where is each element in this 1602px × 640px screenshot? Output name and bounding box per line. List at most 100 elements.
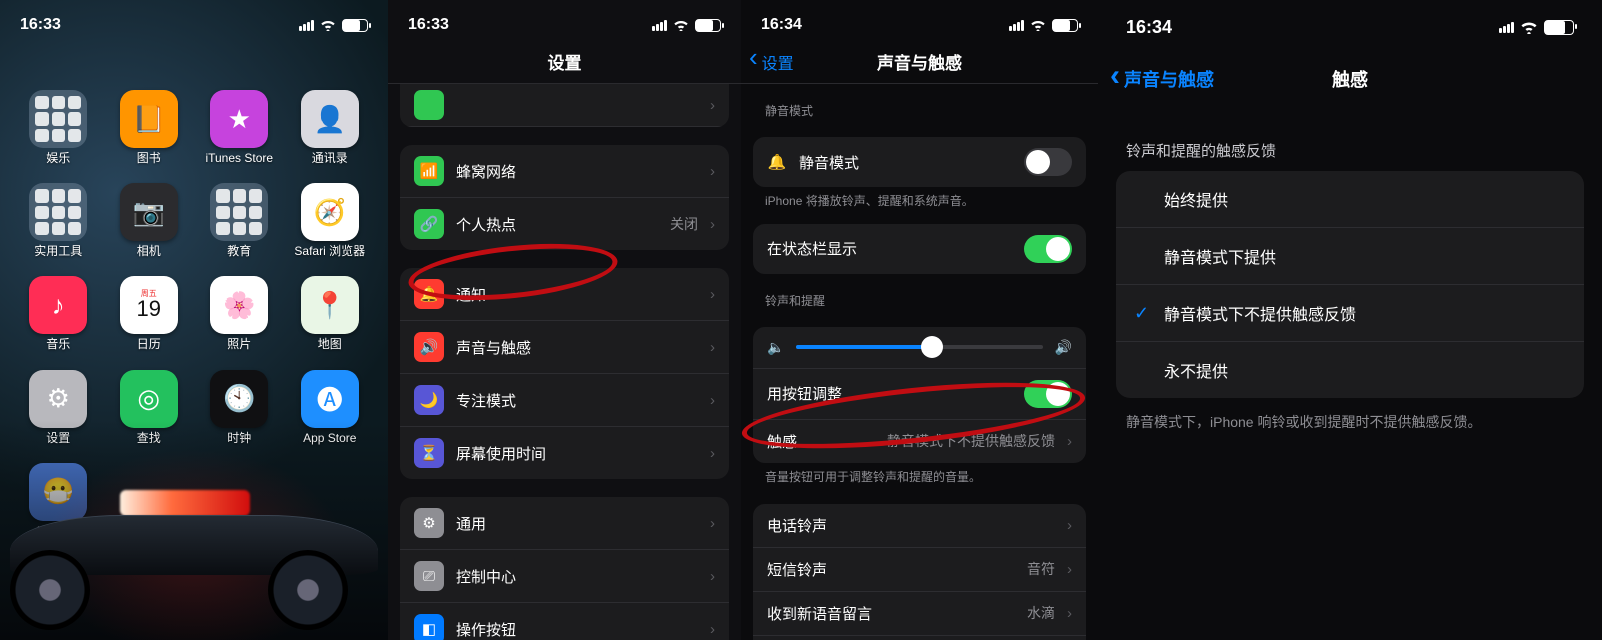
haptics-option[interactable]: ✓静音模式下不提供触感反馈 [1116, 285, 1584, 342]
settings-row-控制中心[interactable]: ⎚控制中心› [400, 550, 729, 603]
settings-row-专注模式[interactable]: 🌙专注模式› [400, 374, 729, 427]
settings-row-cut[interactable]: › [400, 84, 729, 127]
app-娱乐[interactable]: 娱乐 [18, 90, 99, 165]
cell-bars-icon [1499, 22, 1514, 33]
clock: 16:33 [20, 16, 61, 34]
haptics-options-panel: 16:34 声音与触感 触感 铃声和提醒的触感反馈 始终提供静音模式下提供✓静音… [1098, 0, 1602, 640]
app-label: 教育 [227, 245, 251, 258]
back-button[interactable]: 声音与触感 [1110, 66, 1214, 92]
app-label: 图书 [137, 152, 161, 165]
row-icon: ◧ [414, 614, 444, 640]
app-教育[interactable]: 教育 [199, 183, 280, 258]
battery-icon [1052, 19, 1078, 32]
row-label: 蜂窝网络 [456, 161, 698, 182]
silent-mode-row[interactable]: 🔔 静音模式 [753, 137, 1086, 187]
chevron-left-icon [749, 53, 758, 71]
folder-icon [29, 183, 87, 241]
haptics-option[interactable]: 永不提供 [1116, 342, 1584, 398]
section-header-silent: 静音模式 [765, 102, 1074, 119]
app-label: 相机 [137, 245, 161, 258]
sound-row-收到新语音留言[interactable]: 收到新语音留言水滴› [753, 592, 1086, 636]
app-相机[interactable]: 📷相机 [109, 183, 190, 258]
silent-mode-group: 🔔 静音模式 [753, 137, 1086, 187]
app-label: 通讯录 [312, 152, 348, 165]
silent-mode-toggle[interactable] [1024, 148, 1072, 176]
volume-slider[interactable] [796, 345, 1042, 349]
settings-row-通用[interactable]: ⚙通用› [400, 497, 729, 550]
wifi-icon [320, 19, 336, 31]
app-通讯录[interactable]: 👤通讯录 [290, 90, 371, 165]
app-照片[interactable]: 🌸照片 [199, 276, 280, 351]
row-label: 控制中心 [456, 566, 698, 587]
row-icon: 🌙 [414, 385, 444, 415]
section-header: 铃声和提醒的触感反馈 [1126, 140, 1574, 161]
option-label: 始终提供 [1164, 187, 1228, 211]
chevron-right-icon: › [1067, 433, 1072, 450]
show-in-status-bar-row[interactable]: 在状态栏显示 [753, 224, 1086, 274]
row-icon: 🔊 [414, 332, 444, 362]
wifi-icon [673, 19, 689, 31]
ringer-group: 🔈 🔊 用按钮调整 触感 静音模式下不提供触感反馈 › [753, 327, 1086, 463]
battery-icon [342, 19, 368, 32]
page-title: 触感 [1332, 66, 1368, 92]
chevron-right-icon: › [710, 163, 715, 180]
volume-footer: 音量按钮可用于调整铃声和提醒的音量。 [765, 469, 1074, 486]
sound-row-短信铃声[interactable]: 短信铃声音符› [753, 548, 1086, 592]
row-label: 个人热点 [456, 214, 658, 235]
page-title: 声音与触感 [877, 49, 962, 74]
buttons-adjust-toggle[interactable] [1024, 380, 1072, 408]
row-icon: ⏳ [414, 438, 444, 468]
row-label: 电话铃声 [767, 515, 1055, 536]
chevron-right-icon: › [710, 286, 715, 303]
haptics-row[interactable]: 触感 静音模式下不提供触感反馈 › [753, 420, 1086, 463]
app-Safari 浏览器[interactable]: 🧭Safari 浏览器 [290, 183, 371, 258]
sound-row-收到新邮件[interactable]: 收到新邮件无› [753, 636, 1086, 640]
app-label: 实用工具 [34, 245, 82, 258]
change-with-buttons-row[interactable]: 用按钮调整 [753, 369, 1086, 420]
status-bar-toggle[interactable] [1024, 235, 1072, 263]
chevron-right-icon: › [1067, 605, 1072, 622]
app-icon: 🕙 [210, 370, 268, 428]
haptics-option[interactable]: 静音模式下提供 [1116, 228, 1584, 285]
row-icon: 🔗 [414, 209, 444, 239]
section-header-ringer: 铃声和提醒 [765, 292, 1074, 309]
haptics-option[interactable]: 始终提供 [1116, 171, 1584, 228]
app-icon: ⚙ [29, 370, 87, 428]
settings-row-蜂窝网络[interactable]: 📶蜂窝网络› [400, 145, 729, 198]
chevron-right-icon: › [710, 392, 715, 409]
settings-row-个人热点[interactable]: 🔗 个人热点关闭 › [400, 198, 729, 250]
row-value: 关闭 [670, 214, 698, 234]
app-label: 日历 [137, 338, 161, 351]
bell-icon: 🔔 [767, 153, 787, 171]
settings-row-通知[interactable]: 🔔通知› [400, 268, 729, 321]
app-图书[interactable]: 📙图书 [109, 90, 190, 165]
silent-footer: iPhone 将播放铃声、提醒和系统声音。 [765, 193, 1074, 210]
row-value: 音符 [1027, 559, 1055, 579]
app-label: Safari 浏览器 [294, 245, 365, 258]
chevron-right-icon: › [710, 216, 715, 233]
chevron-right-icon: › [710, 568, 715, 585]
volume-slider-row[interactable]: 🔈 🔊 [753, 327, 1086, 369]
folder-icon [210, 183, 268, 241]
home-screen-panel: 16:33 娱乐📙图书★iTunes Store👤通讯录实用工具 📷相机教育 🧭Sa… [0, 0, 388, 640]
back-button[interactable]: 设置 [749, 40, 794, 83]
battery-icon [695, 19, 721, 32]
settings-row-声音与触感[interactable]: 🔊声音与触感› [400, 321, 729, 374]
app-iTunes Store[interactable]: ★iTunes Store [199, 90, 280, 165]
row-label: 声音与触感 [456, 337, 698, 358]
settings-row-屏幕使用时间[interactable]: ⏳屏幕使用时间› [400, 427, 729, 479]
app-地图[interactable]: 📍地图 [290, 276, 371, 351]
app-icon: ♪ [29, 276, 87, 334]
sound-row-电话铃声[interactable]: 电话铃声 › [753, 504, 1086, 548]
status-bar: 16:33 [388, 0, 741, 40]
chevron-right-icon: › [1067, 517, 1072, 534]
status-icons [299, 19, 368, 32]
app-音乐[interactable]: ♪ 音乐 [18, 276, 99, 351]
footer-text: 静音模式下，iPhone 响铃或收到提醒时不提供触感反馈。 [1126, 412, 1574, 433]
app-日历[interactable]: 周五19日历 [109, 276, 190, 351]
app-实用工具[interactable]: 实用工具 [18, 183, 99, 258]
slider-thumb[interactable] [921, 336, 943, 358]
app-label: 音乐 [46, 338, 70, 351]
row-value: 水滴 [1027, 603, 1055, 623]
settings-row-操作按钮[interactable]: ◧操作按钮› [400, 603, 729, 640]
